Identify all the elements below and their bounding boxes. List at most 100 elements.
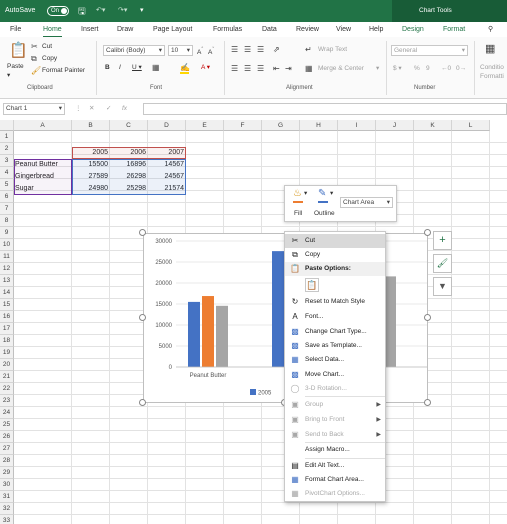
fill-button[interactable]: Fill (294, 210, 302, 218)
resize-handle-br[interactable] (424, 399, 431, 406)
row-header-31[interactable]: 31 (0, 491, 14, 503)
menu-item-copy[interactable]: ⧉ Copy (285, 248, 385, 262)
row-header-29[interactable]: 29 (0, 467, 14, 479)
row-header-27[interactable]: 27 (0, 443, 14, 455)
font-name-select[interactable]: Calibri (Body) ▾ (103, 45, 165, 56)
italic-button[interactable]: I (119, 64, 121, 72)
select-all-corner[interactable] (0, 120, 14, 131)
row-header-32[interactable]: 32 (0, 503, 14, 515)
cancel-icon[interactable]: ✕ (89, 105, 94, 113)
align-top-icon[interactable]: ☰ (231, 45, 238, 54)
column-header-E[interactable]: E (186, 120, 224, 131)
chart-elements-button[interactable]: + (433, 231, 452, 250)
tab-design[interactable]: Design (402, 25, 424, 35)
row-header-26[interactable]: 26 (0, 431, 14, 443)
tab-page-layout[interactable]: Page Layout (153, 25, 192, 35)
outline-dropdown-icon[interactable]: ▾ (330, 190, 333, 198)
fill-dropdown-icon[interactable]: ▾ (304, 190, 307, 198)
row-header-13[interactable]: 13 (0, 275, 14, 287)
row-header-20[interactable]: 20 (0, 359, 14, 371)
row-header-18[interactable]: 18 (0, 335, 14, 347)
resize-handle-bl[interactable] (139, 399, 146, 406)
align-middle-icon[interactable]: ☰ (244, 45, 251, 54)
row-header-24[interactable]: 24 (0, 407, 14, 419)
menu-item-save-template[interactable]: ▩ Save as Template... (285, 339, 385, 353)
row-header-22[interactable]: 22 (0, 383, 14, 395)
menu-item-cut[interactable]: ✂ Cut (285, 234, 385, 248)
autosave-toggle[interactable]: On (47, 6, 69, 16)
tab-draw[interactable]: Draw (117, 25, 133, 35)
column-header-D[interactable]: D (148, 120, 186, 131)
tab-review[interactable]: Review (296, 25, 319, 35)
tab-data[interactable]: Data (262, 25, 277, 35)
font-size-select[interactable]: 10 ▾ (168, 45, 193, 56)
resize-handle-mr[interactable] (424, 314, 431, 321)
column-header-H[interactable]: H (300, 120, 338, 131)
redo-icon[interactable]: ↷▾ (118, 6, 127, 16)
column-header-L[interactable]: L (452, 120, 490, 131)
borders-icon[interactable]: ▦ (152, 63, 160, 72)
conditional-formatting-button[interactable]: Conditio (480, 64, 504, 72)
menu-item-pivotchart-options[interactable]: ▦ PivotChart Options... (285, 487, 385, 501)
paste-icon[interactable]: 📋 (9, 43, 28, 59)
menu-item-group[interactable]: ▣ Group ▶ (285, 398, 385, 412)
row-header-4[interactable]: 4 (0, 167, 14, 179)
row-header-23[interactable]: 23 (0, 395, 14, 407)
row-header-30[interactable]: 30 (0, 479, 14, 491)
grow-font-button[interactable]: Aˆ (197, 46, 203, 57)
enter-icon[interactable]: ✓ (106, 105, 111, 113)
menu-item-change-chart-type[interactable]: ▩ Change Chart Type... (285, 325, 385, 339)
undo-icon[interactable]: ↶▾ (96, 6, 105, 16)
insert-function-button[interactable]: fx (122, 105, 127, 113)
tab-file[interactable]: File (10, 25, 21, 35)
tab-help[interactable]: Help (369, 25, 383, 35)
menu-item-reset-style[interactable]: ↻ Reset to Match Style (285, 295, 385, 309)
merge-center-button[interactable]: Merge & Center (318, 65, 364, 73)
align-center-icon[interactable]: ☰ (244, 64, 251, 73)
row-header-2[interactable]: 2 (0, 143, 14, 155)
chart-element-select[interactable]: Chart Area ▾ (340, 197, 393, 208)
orientation-icon[interactable]: ⇗ (273, 45, 280, 54)
resize-handle-tr[interactable] (424, 229, 431, 236)
paste-dropdown-icon[interactable]: ▾ (7, 72, 10, 80)
merge-dropdown-icon[interactable]: ▾ (376, 65, 379, 73)
row-header-11[interactable]: 11 (0, 251, 14, 263)
fill-icon[interactable]: ♨ (293, 189, 302, 199)
font-color-button[interactable]: A ▾ (201, 64, 210, 72)
row-header-1[interactable]: 1 (0, 131, 14, 143)
align-right-icon[interactable]: ☰ (257, 64, 264, 73)
resize-handle-tl[interactable] (139, 229, 146, 236)
menu-item-assign-macro[interactable]: Assign Macro... (285, 443, 385, 457)
formula-input[interactable] (143, 103, 507, 115)
chart-filters-button[interactable]: ▼ (433, 277, 452, 296)
paste-option-icon[interactable]: 📋 (305, 278, 319, 292)
decrease-indent-icon[interactable]: ⇤ (273, 64, 280, 73)
row-header-33[interactable]: 33 (0, 515, 14, 524)
increase-indent-icon[interactable]: ⇥ (285, 64, 292, 73)
menu-item-format-chart-area[interactable]: ▦ Format Chart Area... (285, 473, 385, 487)
row-header-3[interactable]: 3 (0, 155, 14, 167)
row-header-17[interactable]: 17 (0, 323, 14, 335)
column-header-I[interactable]: I (338, 120, 376, 131)
menu-item-3d-rotation[interactable]: ◯ 3-D Rotation... (285, 382, 385, 396)
row-header-21[interactable]: 21 (0, 371, 14, 383)
row-header-8[interactable]: 8 (0, 215, 14, 227)
align-bottom-icon[interactable]: ☰ (257, 45, 264, 54)
menu-item-bring-front[interactable]: ▣ Bring to Front ▶ (285, 413, 385, 427)
row-header-16[interactable]: 16 (0, 311, 14, 323)
column-header-G[interactable]: G (262, 120, 300, 131)
column-header-C[interactable]: C (110, 120, 148, 131)
column-header-A[interactable]: A (14, 120, 72, 131)
conditional-formatting-icon[interactable]: ▦ (485, 44, 495, 55)
save-icon[interactable]: 🖫 (78, 6, 86, 16)
shrink-font-button[interactable]: Aˇ (208, 46, 214, 57)
paste-button[interactable]: Paste (7, 63, 24, 71)
decrease-decimal-button[interactable]: 0→ (456, 65, 466, 73)
tab-formulas[interactable]: Formulas (213, 25, 242, 35)
bold-button[interactable]: B (105, 64, 110, 72)
currency-button[interactable]: $ ▾ (393, 65, 402, 73)
format-painter-button[interactable]: Format Painter (42, 67, 85, 75)
menu-item-move-chart[interactable]: ▩ Move Chart... (285, 368, 385, 382)
column-header-J[interactable]: J (376, 120, 414, 131)
row-header-6[interactable]: 6 (0, 191, 14, 203)
